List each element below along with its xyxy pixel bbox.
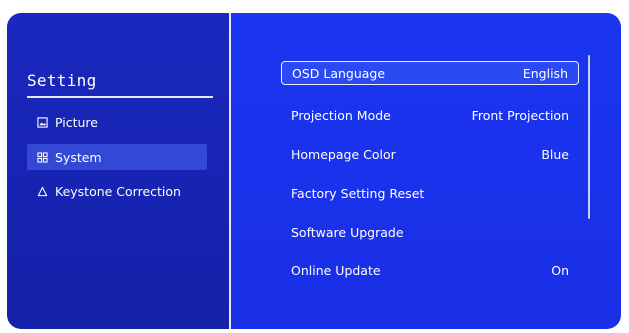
- menu-row-projection-mode[interactable]: Projection Mode Front Projection: [281, 103, 579, 127]
- menu-row-homepage-color[interactable]: Homepage Color Blue: [281, 142, 579, 166]
- sidebar: Setting Picture System Keystone Correcti…: [7, 13, 229, 329]
- keystone-icon: [35, 184, 49, 198]
- menu-row-label: OSD Language: [292, 65, 386, 81]
- menu-row-value: English: [522, 65, 568, 81]
- sidebar-title-underline: [27, 96, 213, 98]
- menu-row-label: Software Upgrade: [291, 224, 404, 240]
- menu-row-label: Projection Mode: [291, 107, 391, 123]
- settings-screen: Setting Picture System Keystone Correcti…: [7, 13, 621, 329]
- sidebar-item-label: System: [55, 149, 102, 165]
- system-icon: [35, 150, 49, 164]
- picture-icon: [35, 115, 49, 129]
- menu-row-value: Front Projection: [471, 107, 569, 123]
- menu-row-value: On: [551, 262, 569, 278]
- sidebar-item-label: Picture: [55, 114, 98, 130]
- menu-row-osd-language[interactable]: OSD Language English: [281, 61, 579, 85]
- menu-row-software-upgrade[interactable]: Software Upgrade: [281, 220, 579, 244]
- sidebar-item-keystone-correction[interactable]: Keystone Correction: [27, 178, 207, 204]
- menu-row-factory-setting-reset[interactable]: Factory Setting Reset: [281, 181, 579, 205]
- settings-panel: OSD Language English Projection Mode Fro…: [231, 13, 621, 329]
- sidebar-item-picture[interactable]: Picture: [27, 109, 207, 135]
- scrollbar[interactable]: [588, 55, 590, 219]
- sidebar-title: Setting: [27, 71, 97, 90]
- sidebar-item-system[interactable]: System: [27, 144, 207, 170]
- menu-row-label: Online Update: [291, 262, 381, 278]
- sidebar-item-label: Keystone Correction: [55, 183, 181, 199]
- menu-row-label: Homepage Color: [291, 146, 396, 162]
- menu-row-online-update[interactable]: Online Update On: [281, 258, 579, 282]
- menu-row-value: Blue: [541, 146, 569, 162]
- menu-row-label: Factory Setting Reset: [291, 185, 425, 201]
